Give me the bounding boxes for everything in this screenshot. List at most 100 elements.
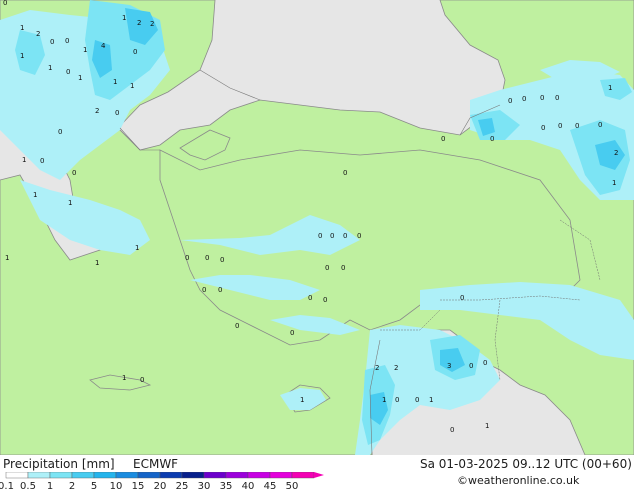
precip-value-label: 0 [140, 376, 144, 384]
precip-value-label: 0 [575, 122, 579, 130]
precip-value-label: 1 [300, 396, 304, 404]
precip-value-label: 1 [33, 191, 37, 199]
model-name: ECMWF [133, 457, 179, 471]
precip-value-label: 1 [608, 84, 612, 92]
legend-swatch [159, 472, 183, 479]
precip-value-label: 0 [308, 294, 312, 302]
precip-value-label: 1 [83, 46, 87, 54]
precip-value-label: 0 [341, 264, 345, 272]
legend-tick-label: 20 [154, 481, 167, 490]
precip-value-label: 0 [330, 232, 334, 240]
precip-value-label: 4 [101, 42, 106, 50]
precip-value-label: 0 [115, 109, 119, 117]
precip-value-label: 0 [40, 157, 44, 165]
precip-value-label: 0 [323, 296, 327, 304]
precip-value-label: 0 [66, 68, 70, 76]
precip-value-label: 0 [65, 37, 69, 45]
precip-value-label: 0 [235, 322, 239, 330]
precip-value-label: 0 [395, 396, 399, 404]
legend-swatch [71, 472, 95, 479]
precip-value-label: 2 [375, 364, 379, 372]
precip-value-label: 1 [122, 14, 126, 22]
precip-value-label: 2 [36, 30, 40, 38]
legend-swatch [181, 472, 205, 479]
precip-value-label: 1 [122, 374, 126, 382]
legend-swatch [269, 472, 293, 479]
precip-value-label: 0 [220, 256, 224, 264]
precip-value-label: 1 [20, 52, 24, 60]
precip-value-label: 0 [441, 135, 445, 143]
legend-swatch [247, 472, 271, 479]
precip-value-label: 2 [394, 364, 398, 372]
legend-tick-label: 45 [264, 481, 277, 490]
legend-tick-label: 0.1 [0, 481, 14, 490]
precip-value-label: 2 [95, 107, 99, 115]
legend-tick-label: 25 [176, 481, 189, 490]
legend-tick-label: 15 [132, 481, 145, 490]
precip-value-label: 0 [202, 286, 206, 294]
legend-overflow-arrow [314, 472, 324, 478]
legend-swatch [49, 472, 73, 479]
precip-value-label: 1 [135, 244, 139, 252]
precip-value-label: 0 [460, 294, 464, 302]
precip-value-label: 1 [78, 74, 82, 82]
legend-swatch [137, 472, 161, 479]
precip-value-label: 0 [469, 362, 473, 370]
precip-value-label: 0 [508, 97, 512, 105]
precip-value-label: 0 [343, 169, 347, 177]
precip-value-label: 2 [137, 19, 141, 27]
legend-tick-label: 35 [220, 481, 233, 490]
legend-tick-label: 0.5 [20, 481, 36, 490]
precip-value-label: 2 [614, 149, 618, 157]
precip-value-label: 1 [382, 396, 386, 404]
legend-tick-label: 10 [110, 481, 123, 490]
precip-value-label: 1 [5, 254, 9, 262]
precip-value-label: 0 [483, 359, 487, 367]
precip-value-label: 0 [357, 232, 361, 240]
precip-value-label: 0 [522, 95, 526, 103]
precip-value-label: 0 [58, 128, 62, 136]
precip-value-label: 0 [490, 135, 494, 143]
legend-tick-label: 1 [47, 481, 53, 490]
precip-value-label: 2 [150, 20, 154, 28]
precip-value-label: 0 [185, 254, 189, 262]
precip-value-label: 0 [343, 232, 347, 240]
legend-tick-label: 5 [91, 481, 97, 490]
precip-value-label: 1 [68, 199, 72, 207]
legend-swatch [27, 472, 51, 479]
legend-tick-label: 2 [69, 481, 75, 490]
precip-value-label: 0 [318, 232, 322, 240]
precip-value-label: 1 [113, 78, 117, 86]
precip-value-label: 1 [485, 422, 489, 430]
precip-legend: 0.1 0.5 1 2 5 10 15 20 25 30 35 40 45 50 [0, 472, 324, 490]
precip-value-label: 0 [290, 329, 294, 337]
legend-swatch [5, 472, 29, 479]
precip-value-label: 1 [130, 82, 134, 90]
precip-value-label: 0 [598, 121, 602, 129]
precip-value-label: 0 [540, 94, 544, 102]
precip-value-label: 0 [50, 38, 54, 46]
legend-swatch [115, 472, 139, 479]
precip-value-label: 1 [612, 179, 616, 187]
precip-value-label: 0 [205, 254, 209, 262]
precip-value-label: 0 [218, 286, 222, 294]
valid-time: Sa 01-03-2025 09..12 UTC (00+60) [420, 457, 632, 471]
precip-value-label: 1 [429, 396, 433, 404]
map-title: Precipitation [mm] [3, 457, 115, 471]
legend-swatch [225, 472, 249, 479]
precip-value-label: 0 [133, 48, 137, 56]
precip-value-label: 1 [22, 156, 26, 164]
credit: ©weatheronline.co.uk [457, 474, 580, 487]
legend-tick-label: 40 [242, 481, 255, 490]
precipitation-map: 021212400101101 1 1020010111110 0 0 01210 00 0 0… [0, 0, 634, 455]
precip-value-label: 3 [447, 362, 451, 370]
precip-value-label: 0 [450, 426, 454, 434]
precip-value-label: 1 [48, 64, 52, 72]
precip-value-label: 0 [325, 264, 329, 272]
precip-value-label: 0 [558, 122, 562, 130]
legend-swatch [93, 472, 117, 479]
precip-value-label: 0 [72, 169, 76, 177]
precip-value-label: 0 [541, 124, 545, 132]
legend-tick-label: 30 [198, 481, 211, 490]
precip-value-label: 1 [20, 24, 24, 32]
